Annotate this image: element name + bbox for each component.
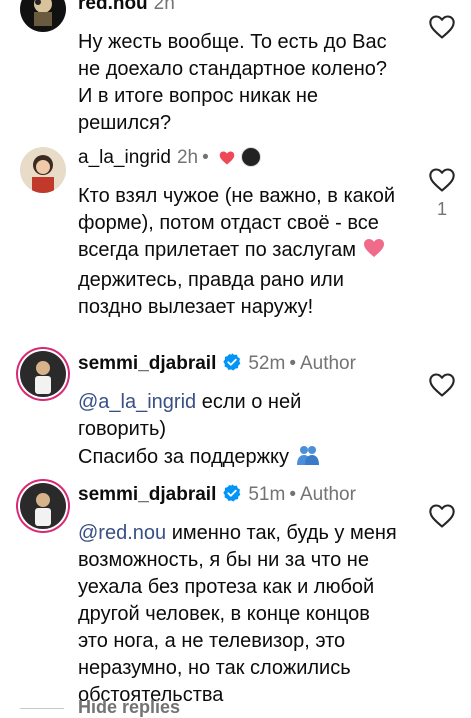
- author-liked-avatar: [241, 147, 262, 167]
- heart-outline-icon[interactable]: [428, 14, 456, 40]
- timestamp: 51m: [248, 484, 286, 505]
- separator-dot: •: [289, 353, 296, 374]
- author-label: Author: [299, 484, 356, 505]
- heart-outline-icon[interactable]: [428, 372, 456, 398]
- hide-replies-button[interactable]: Hide replies: [78, 697, 180, 718]
- pink-heart-icon: [362, 237, 386, 267]
- comment-text: Ну жесть вообще. То есть до Вас не доеха…: [78, 31, 388, 134]
- comment-meta: semmi_djabrail 51m • Author: [78, 483, 356, 510]
- username[interactable]: semmi_djabrail: [78, 484, 216, 505]
- mention-link[interactable]: @a_la_ingrid: [78, 391, 196, 413]
- separator-dot: •: [289, 484, 296, 505]
- avatar[interactable]: [20, 483, 66, 529]
- hide-replies-divider: [20, 708, 64, 709]
- avatar-image: [20, 0, 66, 32]
- author-label: Author: [299, 353, 356, 374]
- verified-badge-icon: [222, 352, 242, 379]
- heart-emoji-icon: [218, 149, 236, 173]
- username[interactable]: a_la_ingrid: [78, 147, 171, 168]
- comment-text: @a_la_ingrid если о ней говорить) Спасиб…: [78, 389, 388, 475]
- avatar-image: [20, 483, 66, 529]
- avatar[interactable]: [20, 351, 66, 397]
- avatar-image: [20, 147, 66, 193]
- avatar[interactable]: [20, 0, 66, 32]
- comment-text-part: Кто взял чужое (не важно, в какой форме)…: [78, 185, 396, 261]
- comment-text: @red.nou именно так, будь у меня возможн…: [78, 520, 398, 709]
- heart-outline-icon[interactable]: [428, 503, 456, 529]
- avatar-image: [20, 351, 66, 397]
- avatar[interactable]: [20, 147, 66, 193]
- comment-text: Кто взял чужое (не важно, в какой форме)…: [78, 183, 408, 321]
- mention-link[interactable]: @red.nou: [78, 522, 166, 544]
- comment-meta: red.nou 2h: [78, 0, 175, 16]
- like-count[interactable]: 1: [437, 199, 447, 220]
- timestamp: 52m: [248, 353, 286, 374]
- username[interactable]: semmi_djabrail: [78, 353, 216, 374]
- comment-meta: a_la_ingrid 2h •: [78, 146, 262, 173]
- comment-meta: semmi_djabrail 52m • Author: [78, 352, 356, 379]
- people-hugging-icon: [295, 443, 321, 475]
- comment-text-part: именно так, будь у меня возможность, я б…: [78, 522, 397, 706]
- timestamp: 2h: [153, 0, 175, 14]
- comment-text-part: Спасибо за поддержку: [78, 446, 295, 468]
- comment-text-part: держитесь, правда рано или поздно вылеза…: [78, 269, 344, 318]
- timestamp: 2h: [176, 147, 199, 168]
- heart-outline-icon[interactable]: [428, 167, 456, 193]
- verified-badge-icon: [222, 483, 242, 510]
- username[interactable]: red.nou: [78, 0, 148, 14]
- separator-dot: •: [202, 147, 209, 168]
